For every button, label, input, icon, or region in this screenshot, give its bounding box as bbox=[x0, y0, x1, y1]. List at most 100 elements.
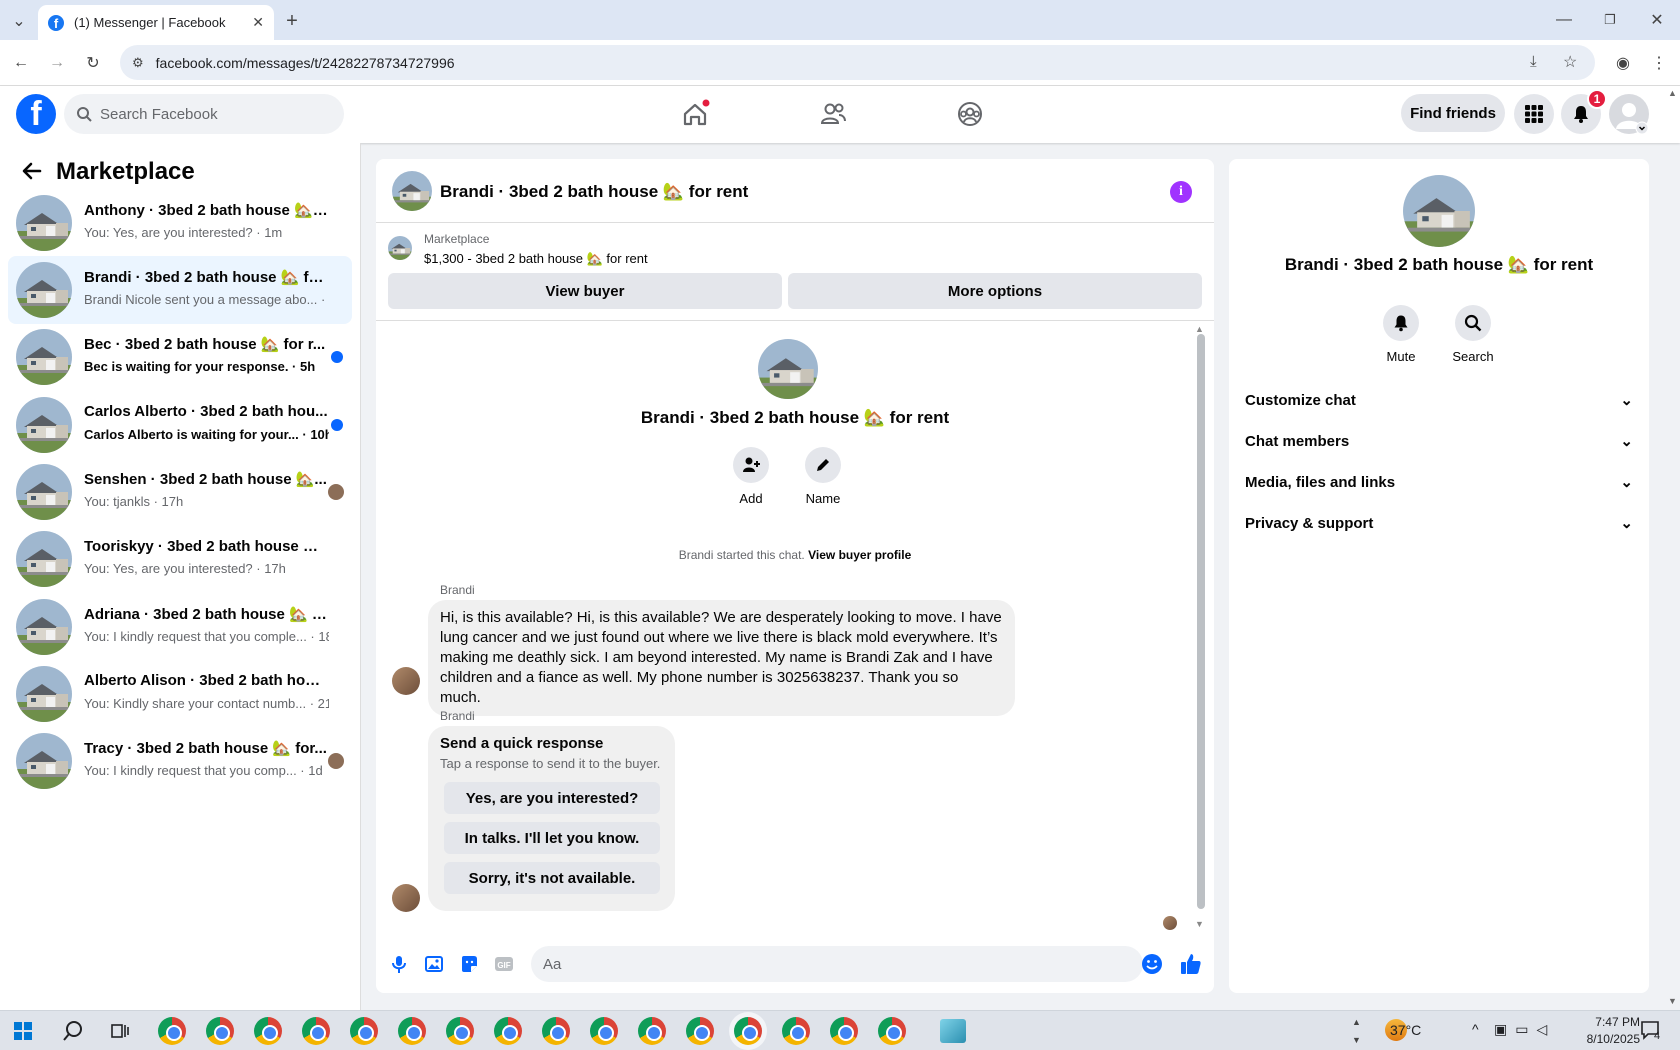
friends-icon[interactable] bbox=[813, 94, 853, 134]
name-chat-button[interactable]: Name bbox=[793, 447, 853, 506]
page-scroll-up-icon[interactable]: ▲ bbox=[1668, 88, 1677, 98]
forward-icon[interactable]: → bbox=[46, 52, 68, 74]
menu-grid-icon[interactable] bbox=[1514, 94, 1554, 134]
account-avatar[interactable] bbox=[1609, 94, 1649, 134]
more-options-button[interactable]: More options bbox=[788, 273, 1202, 309]
gif-icon[interactable]: GIF bbox=[494, 954, 514, 974]
chrome-taskbar-icon[interactable] bbox=[206, 1017, 234, 1045]
facebook-logo-icon[interactable]: f bbox=[16, 94, 56, 134]
conversation-item[interactable]: Carlos Alberto · 3bed 2 bath hou... Carlo… bbox=[8, 391, 352, 459]
conversation-item[interactable]: Bec · 3bed 2 bath house 🏡 for r... Bec is… bbox=[8, 323, 352, 391]
info-icon[interactable]: i bbox=[1170, 181, 1192, 203]
privacy-support-row[interactable]: Privacy & support ⌄ bbox=[1245, 501, 1633, 545]
chrome-taskbar-icon[interactable] bbox=[830, 1017, 858, 1045]
find-friends-button[interactable]: Find friends bbox=[1401, 94, 1505, 132]
conversation-item[interactable]: Adriana · 3bed 2 bath house 🏡 fo... You: … bbox=[8, 593, 352, 661]
emoji-icon[interactable] bbox=[1141, 953, 1163, 975]
bookmark-star-icon[interactable]: ☆ bbox=[1563, 52, 1577, 72]
quick-response-button[interactable]: Sorry, it's not available. bbox=[444, 862, 660, 894]
scroll-up-icon[interactable]: ▲ bbox=[1195, 324, 1204, 334]
tab-search-icon[interactable]: ⌄ bbox=[8, 10, 30, 32]
mute-button[interactable]: Mute bbox=[1371, 305, 1431, 364]
conversation-avatar[interactable] bbox=[758, 339, 818, 399]
facebook-favicon-icon: f bbox=[48, 14, 64, 31]
chrome-taskbar-icon[interactable] bbox=[398, 1017, 426, 1045]
media-files-links-row[interactable]: Media, files and links ⌄ bbox=[1245, 460, 1633, 504]
chat-members-row[interactable]: Chat members ⌄ bbox=[1245, 419, 1633, 463]
site-info-icon[interactable]: ⚙ bbox=[132, 55, 144, 71]
chrome-taskbar-icon[interactable] bbox=[542, 1017, 570, 1045]
marketplace-title: Marketplace bbox=[56, 158, 195, 185]
taskbar-scroll-arrows[interactable]: ▲ ▼ bbox=[1352, 1013, 1361, 1049]
chrome-taskbar-icon[interactable] bbox=[254, 1017, 282, 1045]
close-tab-icon[interactable]: ✕ bbox=[252, 14, 264, 31]
search-in-chat-button[interactable]: Search bbox=[1443, 305, 1503, 364]
conversation-item[interactable]: Alberto Alison · 3bed 2 bath hous... You:… bbox=[8, 660, 352, 728]
back-icon[interactable]: ← bbox=[10, 52, 32, 74]
windows-start-icon[interactable] bbox=[14, 1022, 32, 1040]
chevron-down-icon: ⌄ bbox=[1620, 515, 1633, 532]
reload-icon[interactable]: ↻ bbox=[82, 52, 104, 74]
sticker-icon[interactable] bbox=[459, 954, 479, 974]
conversation-item[interactable]: Tooriskyy · 3bed 2 bath house 🏡 f... You:… bbox=[8, 525, 352, 593]
chrome-taskbar-icon[interactable] bbox=[638, 1017, 666, 1045]
close-window-icon[interactable]: ✕ bbox=[1645, 8, 1669, 32]
taskbar-search-icon[interactable] bbox=[62, 1020, 84, 1042]
bell-icon bbox=[1383, 305, 1419, 341]
chrome-taskbar-icon[interactable] bbox=[446, 1017, 474, 1045]
chevron-up-icon[interactable]: ^ bbox=[1472, 1021, 1479, 1037]
customize-chat-row[interactable]: Customize chat ⌄ bbox=[1245, 378, 1633, 422]
chrome-menu-icon[interactable]: ⋮ bbox=[1648, 52, 1670, 74]
details-avatar[interactable] bbox=[1403, 175, 1475, 247]
sender-avatar[interactable] bbox=[392, 884, 420, 912]
browser-tab[interactable]: f (1) Messenger | Facebook ✕ bbox=[38, 5, 274, 40]
conversation-item[interactable]: Senshen · 3bed 2 bath house 🏡... You: tja… bbox=[8, 458, 352, 526]
chrome-taskbar-icon[interactable] bbox=[782, 1017, 810, 1045]
home-icon[interactable] bbox=[675, 94, 715, 134]
microphone-icon[interactable] bbox=[389, 954, 409, 974]
chrome-taskbar-icon[interactable] bbox=[350, 1017, 378, 1045]
listing-title[interactable]: $1,300 - 3bed 2 bath house 🏡 for rent bbox=[424, 251, 648, 267]
weather-temperature[interactable]: 37°C bbox=[1390, 1022, 1421, 1038]
action-center-icon[interactable]: 4 bbox=[1640, 1020, 1664, 1042]
scroll-down-icon[interactable]: ▼ bbox=[1195, 919, 1204, 929]
page-scroll-down-icon[interactable]: ▼ bbox=[1668, 996, 1677, 1006]
chrome-taskbar-icon[interactable] bbox=[878, 1017, 906, 1045]
profile-icon[interactable]: ◉ bbox=[1612, 52, 1634, 74]
restore-icon[interactable]: ❐ bbox=[1598, 8, 1622, 32]
minimize-icon[interactable]: — bbox=[1552, 8, 1576, 32]
sender-avatar[interactable] bbox=[392, 667, 420, 695]
system-tray-icons[interactable]: ▣▭◁ bbox=[1494, 1021, 1555, 1038]
task-view-icon[interactable] bbox=[110, 1021, 130, 1041]
conversation-item[interactable]: Tracy · 3bed 2 bath house 🏡 for... You: I… bbox=[8, 727, 352, 795]
taskbar-clock[interactable]: 7:47 PM 8/10/2025 bbox=[1560, 1014, 1640, 1048]
chrome-taskbar-icon[interactable] bbox=[158, 1017, 186, 1045]
view-buyer-profile-link[interactable]: View buyer profile bbox=[808, 548, 911, 562]
add-people-button[interactable]: Add bbox=[721, 447, 781, 506]
quick-response-button[interactable]: Yes, are you interested? bbox=[444, 782, 660, 814]
install-app-icon[interactable]: ⤓ bbox=[1530, 53, 1537, 70]
chat-title[interactable]: Brandi · 3bed 2 bath house 🏡 for rent bbox=[440, 182, 748, 202]
photo-icon[interactable] bbox=[424, 954, 444, 974]
thumbs-up-icon[interactable] bbox=[1179, 952, 1203, 976]
quick-response-button[interactable]: In talks. I'll let you know. bbox=[444, 822, 660, 854]
conversation-item[interactable]: Anthony · 3bed 2 bath house 🏡 f... You: Y… bbox=[8, 189, 352, 257]
conversation-avatar bbox=[16, 464, 72, 520]
omnibox[interactable]: ⚙ facebook.com/messages/t/24282278734727… bbox=[120, 45, 1595, 80]
message-input[interactable]: Aa bbox=[531, 946, 1143, 982]
groups-icon[interactable] bbox=[950, 94, 990, 134]
listing-thumbnail[interactable] bbox=[388, 236, 412, 260]
view-buyer-button[interactable]: View buyer bbox=[388, 273, 782, 309]
conversation-item[interactable]: Brandi · 3bed 2 bath house 🏡 for ... Bran… bbox=[8, 256, 352, 324]
new-tab-icon[interactable]: + bbox=[280, 9, 304, 33]
chrome-taskbar-icon[interactable] bbox=[302, 1017, 330, 1045]
chrome-taskbar-icon[interactable] bbox=[734, 1017, 762, 1045]
chrome-taskbar-icon[interactable] bbox=[590, 1017, 618, 1045]
chat-avatar[interactable] bbox=[392, 171, 432, 211]
listing-card: Marketplace $1,300 - 3bed 2 bath house 🏡… bbox=[376, 224, 1214, 321]
back-arrow-icon[interactable] bbox=[18, 157, 46, 185]
chrome-taskbar-icon[interactable] bbox=[686, 1017, 714, 1045]
chrome-taskbar-icon[interactable] bbox=[494, 1017, 522, 1045]
notepad-taskbar-icon[interactable] bbox=[940, 1019, 966, 1043]
facebook-search-input[interactable]: Search Facebook bbox=[64, 94, 344, 134]
